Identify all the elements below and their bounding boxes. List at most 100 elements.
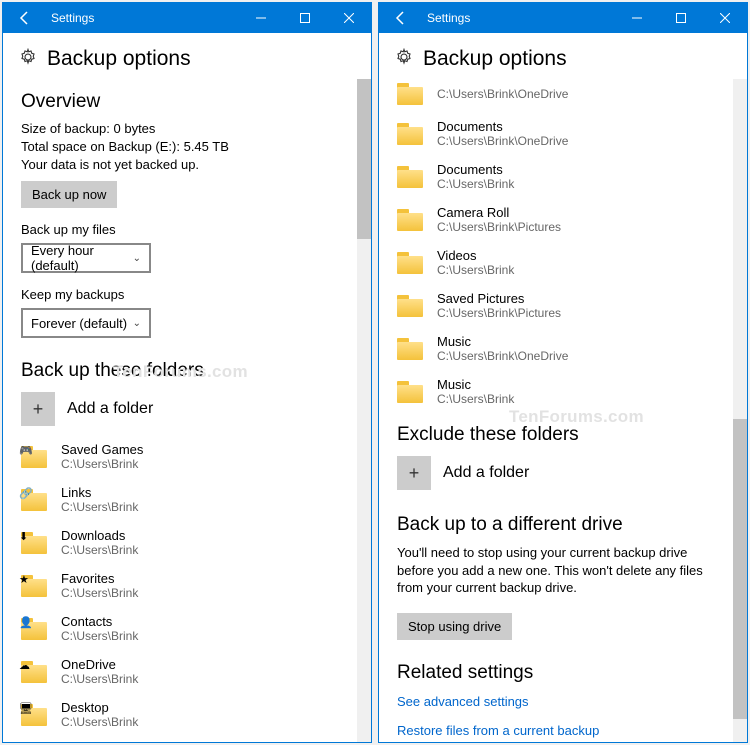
folder-path: C:\Users\Brink: [61, 586, 138, 600]
keep-backups-value: Forever (default): [31, 316, 127, 331]
folder-path: C:\Users\Brink: [61, 457, 143, 471]
close-button[interactable]: [327, 3, 371, 33]
maximize-button[interactable]: [659, 3, 703, 33]
folder-path: C:\Users\Brink: [61, 543, 138, 557]
chevron-down-icon: ⌄: [133, 318, 141, 329]
window-title: Settings: [47, 11, 239, 25]
folder-icon: 🖥: [21, 704, 47, 726]
related-settings-heading: Related settings: [397, 662, 723, 684]
folder-path: C:\Users\Brink\Pictures: [437, 220, 561, 234]
folder-path: C:\Users\Brink: [61, 715, 138, 729]
minimize-button[interactable]: [615, 3, 659, 33]
different-drive-text: You'll need to stop using your current b…: [397, 544, 723, 597]
folder-item[interactable]: Camera RollC:\Users\Brink\Pictures: [397, 205, 723, 234]
folder-icon: [397, 381, 423, 403]
folder-name: Documents: [437, 119, 568, 134]
folder-item[interactable]: MusicC:\Users\Brink\OneDrive: [397, 334, 723, 363]
folder-path: C:\Users\Brink: [61, 500, 138, 514]
maximize-button[interactable]: [283, 3, 327, 33]
back-button[interactable]: [379, 3, 423, 33]
folder-item[interactable]: MusicC:\Users\Brink: [397, 377, 723, 406]
folder-path: C:\Users\Brink\OneDrive: [437, 349, 568, 363]
folder-name: Saved Pictures: [437, 291, 561, 306]
page-title: Backup options: [47, 47, 191, 71]
exclude-folders-heading: Exclude these folders: [397, 424, 723, 446]
folder-name: OneDrive: [61, 657, 138, 672]
folder-name: Downloads: [61, 528, 138, 543]
folder-item[interactable]: 🎮Saved GamesC:\Users\Brink: [21, 442, 347, 471]
backup-size-text: Size of backup: 0 bytes: [21, 121, 347, 136]
folder-icon: [397, 252, 423, 274]
gear-icon: [395, 48, 413, 71]
add-folder-button[interactable]: + Add a folder: [21, 392, 347, 426]
folder-icon: [397, 338, 423, 360]
folder-name: Documents: [437, 162, 514, 177]
folder-icon: [397, 166, 423, 188]
backup-frequency-select[interactable]: Every hour (default) ⌄: [21, 243, 151, 273]
folder-item[interactable]: 🖥 DesktopC:\Users\Brink: [21, 700, 347, 729]
folder-item[interactable]: ☁ OneDriveC:\Users\Brink: [21, 657, 347, 686]
back-button[interactable]: [3, 3, 47, 33]
folder-item[interactable]: 👤 ContactsC:\Users\Brink: [21, 614, 347, 643]
folder-item[interactable]: DocumentsC:\Users\Brink: [397, 162, 723, 191]
keep-backups-label: Keep my backups: [21, 287, 347, 302]
page-title: Backup options: [423, 47, 567, 71]
content-area: Overview Size of backup: 0 bytes Total s…: [3, 79, 371, 742]
folder-path: C:\Users\Brink: [437, 392, 514, 406]
folder-icon: [397, 209, 423, 231]
settings-window-left: Settings Backup options Overview Size of…: [2, 2, 372, 743]
chevron-down-icon: ⌄: [133, 253, 141, 264]
folder-icon: ⬇: [21, 532, 47, 554]
folder-icon: 🔗: [21, 489, 47, 511]
keep-backups-select[interactable]: Forever (default) ⌄: [21, 308, 151, 338]
content-area: C:\Users\Brink\OneDriveDocumentsC:\Users…: [379, 79, 747, 742]
folder-name: Camera Roll: [437, 205, 561, 220]
folder-icon: [397, 295, 423, 317]
folder-name: Saved Games: [61, 442, 143, 457]
folder-name: Contacts: [61, 614, 138, 629]
plus-icon: +: [397, 456, 431, 490]
stop-using-drive-button[interactable]: Stop using drive: [397, 613, 512, 640]
folder-item[interactable]: VideosC:\Users\Brink: [397, 248, 723, 277]
gear-icon: [19, 48, 37, 71]
folder-name: Desktop: [61, 700, 138, 715]
page-header: Backup options: [379, 33, 747, 79]
folder-name: Music: [437, 377, 514, 392]
folder-path: C:\Users\Brink: [437, 263, 514, 277]
restore-files-link[interactable]: Restore files from a current backup: [397, 723, 723, 738]
folder-item[interactable]: ⬇ DownloadsC:\Users\Brink: [21, 528, 347, 557]
folder-item[interactable]: ★ FavoritesC:\Users\Brink: [21, 571, 347, 600]
folder-path: C:\Users\Brink\OneDrive: [437, 87, 568, 101]
folder-item[interactable]: 🔗LinksC:\Users\Brink: [21, 485, 347, 514]
backup-frequency-label: Back up my files: [21, 222, 347, 237]
folder-icon: ☁: [21, 661, 47, 683]
folder-icon: ★: [21, 575, 47, 597]
folder-path: C:\Users\Brink\Pictures: [437, 306, 561, 320]
folder-name: Favorites: [61, 571, 138, 586]
folder-icon: [397, 83, 423, 105]
folder-path: C:\Users\Brink: [61, 672, 138, 686]
folder-name: Videos: [437, 248, 514, 263]
backup-status-text: Your data is not yet backed up.: [21, 157, 347, 172]
folder-item[interactable]: C:\Users\Brink\OneDrive: [397, 83, 723, 105]
folder-path: C:\Users\Brink\OneDrive: [437, 134, 568, 148]
folder-item[interactable]: Saved PicturesC:\Users\Brink\Pictures: [397, 291, 723, 320]
overview-heading: Overview: [21, 91, 347, 113]
advanced-settings-link[interactable]: See advanced settings: [397, 694, 723, 709]
backup-now-button[interactable]: Back up now: [21, 181, 117, 208]
folder-path: C:\Users\Brink: [437, 177, 514, 191]
window-title: Settings: [423, 11, 615, 25]
add-exclude-folder-button[interactable]: + Add a folder: [397, 456, 723, 490]
minimize-button[interactable]: [239, 3, 283, 33]
backup-frequency-value: Every hour (default): [31, 243, 133, 273]
titlebar: Settings: [3, 3, 371, 33]
folder-icon: 👤: [21, 618, 47, 640]
folder-item[interactable]: DocumentsC:\Users\Brink\OneDrive: [397, 119, 723, 148]
backup-space-text: Total space on Backup (E:): 5.45 TB: [21, 139, 347, 154]
close-button[interactable]: [703, 3, 747, 33]
different-drive-heading: Back up to a different drive: [397, 514, 723, 536]
folder-icon: [397, 123, 423, 145]
settings-window-right: Settings Backup options C:\Users\Brink\O…: [378, 2, 748, 743]
folder-path: C:\Users\Brink: [61, 629, 138, 643]
backup-folders-heading: Back up these folders: [21, 360, 347, 382]
